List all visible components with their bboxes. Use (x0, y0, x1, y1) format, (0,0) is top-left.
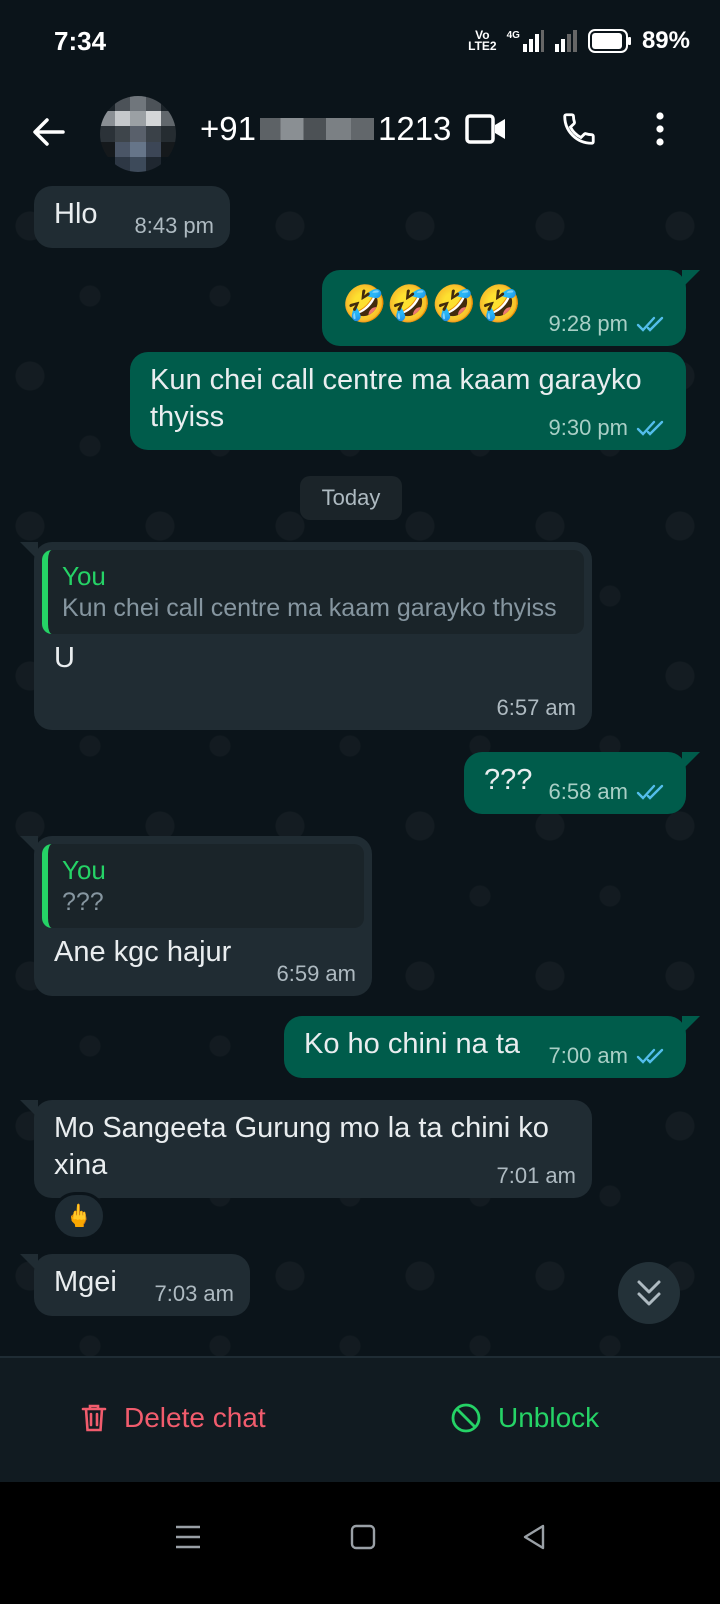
message-text: U (54, 642, 75, 674)
message-incoming[interactable]: Hlo 8:43 pm (34, 186, 230, 248)
contact-name[interactable]: +91 1213 (200, 110, 451, 148)
message-time: 7:03 am (154, 1281, 235, 1306)
delete-chat-label: Delete chat (124, 1402, 266, 1433)
block-icon (451, 1403, 481, 1433)
message-time: 9:30 pm (548, 415, 629, 440)
quote-text: Kun chei call centre ma kaam garayko thy… (62, 594, 557, 622)
message-time: 6:57 am (496, 695, 577, 720)
message-incoming[interactable]: Mgei 7:03 am (20, 1254, 250, 1316)
message-time: 6:58 am (548, 779, 629, 804)
recent-apps-icon[interactable] (174, 1524, 202, 1550)
status-icons: Vo LTE2 4G 89% (468, 26, 690, 56)
signal-4g-icon: 4G (507, 30, 544, 52)
back-icon[interactable] (522, 1524, 546, 1550)
read-receipt-icon (636, 784, 664, 800)
chat-header: +91 1213 (0, 82, 720, 186)
quoted-message[interactable]: You Kun chei call centre ma kaam garayko… (42, 550, 584, 634)
signal-icon (554, 30, 577, 52)
delete-chat-button[interactable]: Delete chat (80, 1402, 266, 1434)
battery-percent: 89% (641, 27, 690, 54)
message-time: 7:01 am (496, 1163, 577, 1188)
message-outgoing[interactable]: Kun chei call centre ma kaam garayko thy… (130, 352, 686, 450)
home-icon[interactable] (350, 1524, 376, 1550)
message-incoming[interactable]: Mo Sangeeta Gurung mo la ta chini ko xin… (20, 1100, 592, 1198)
quote-author: You (62, 561, 106, 591)
message-outgoing[interactable]: Ko ho chini na ta 7:00 am (284, 1016, 700, 1078)
message-time: 7:00 am (548, 1043, 629, 1068)
quote-text: ??? (62, 888, 104, 916)
message-outgoing[interactable]: 🤣🤣🤣🤣 9:28 pm (322, 270, 700, 346)
system-nav-bar (0, 1482, 720, 1604)
contact-avatar[interactable] (100, 96, 176, 172)
message-time: 9:28 pm (548, 311, 629, 336)
day-divider: Today (300, 476, 402, 520)
status-bar: 7:34 Vo LTE2 4G 89% (0, 0, 720, 82)
status-time: 7:34 (54, 26, 107, 56)
unblock-button[interactable]: Unblock (450, 1402, 599, 1434)
battery-icon (587, 29, 631, 53)
trash-icon (81, 1404, 107, 1432)
message-incoming-reply[interactable]: You ??? Ane kgc hajur 6:59 am (20, 836, 372, 996)
message-time: 8:43 pm (134, 213, 215, 238)
voice-call-icon[interactable] (560, 110, 598, 148)
blocked-contact-actions: Delete chat Unblock (0, 1356, 720, 1482)
double-chevron-down-icon (637, 1280, 661, 1306)
read-receipt-icon (636, 1048, 664, 1064)
quote-author: You (62, 855, 106, 885)
volte-indicator: Vo LTE2 (468, 28, 497, 53)
back-arrow-icon[interactable] (30, 114, 66, 150)
message-time: 6:59 am (276, 961, 357, 986)
video-call-icon[interactable] (465, 112, 507, 146)
message-reaction[interactable]: 🖕 (52, 1192, 106, 1240)
chat-area[interactable]: Hlo 8:43 pm 🤣🤣🤣🤣 9:28 pm Kun chei call c… (0, 186, 720, 1386)
read-receipt-icon (636, 316, 664, 332)
quoted-message[interactable]: You ??? (42, 844, 364, 928)
read-receipt-icon (636, 420, 664, 436)
message-outgoing[interactable]: ??? 6:58 am (464, 752, 700, 814)
scroll-to-bottom-button[interactable] (618, 1262, 680, 1324)
redacted-number (259, 118, 374, 140)
unblock-label: Unblock (498, 1402, 600, 1433)
more-options-icon[interactable] (652, 110, 668, 148)
message-incoming-reply[interactable]: You Kun chei call centre ma kaam garayko… (20, 542, 592, 730)
